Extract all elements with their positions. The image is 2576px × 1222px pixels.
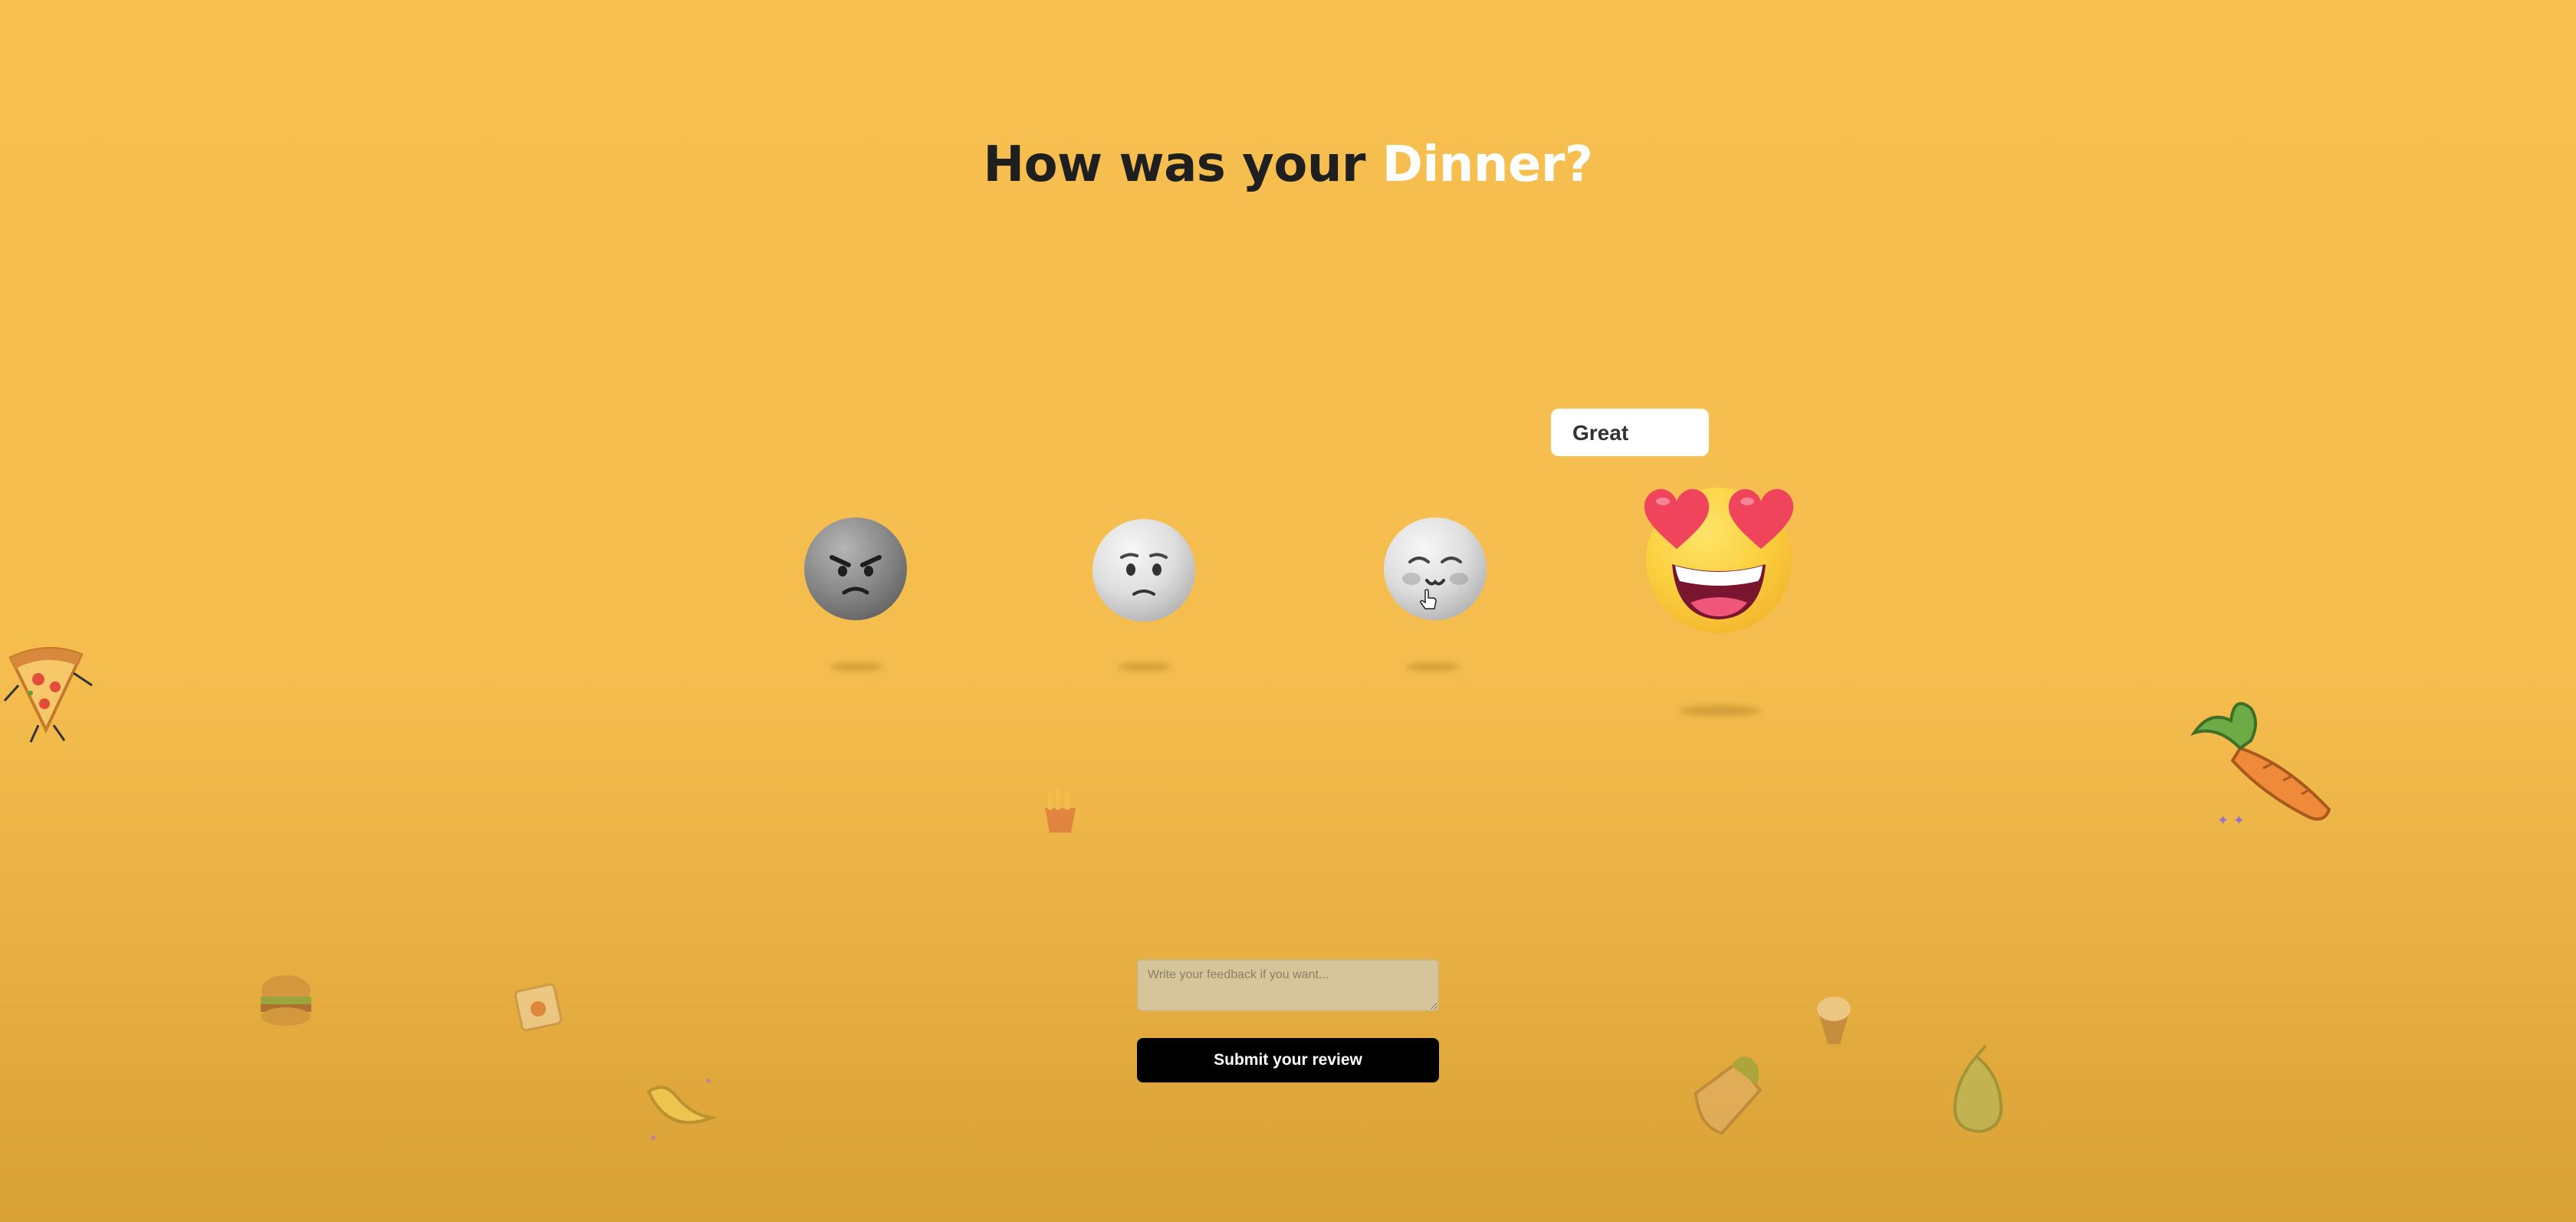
angry-emoji-shadow: [830, 662, 883, 672]
rating-tooltip: Great: [1551, 409, 1709, 456]
angry-emoji[interactable]: [804, 517, 907, 620]
submit-review-button[interactable]: Submit your review: [1137, 1038, 1439, 1082]
unhappy-emoji-shadow: [1118, 662, 1171, 672]
carrot-sticker-icon: ✦ ✦: [2190, 701, 2331, 829]
page-title: How was your Dinner?: [0, 136, 2576, 193]
content-emoji-shadow: [1406, 662, 1460, 672]
svg-text:✦ ✦: ✦ ✦: [2217, 813, 2245, 829]
burrito-sticker-icon: [1694, 1056, 1763, 1135]
angry-face-icon: [830, 555, 882, 595]
unhappy-face-icon: [1120, 553, 1168, 596]
title-prefix: How was your: [983, 136, 1382, 193]
burger-sticker-icon: [261, 975, 311, 1026]
pear-sticker-icon: [1953, 1044, 2003, 1134]
pizza-sticker-icon: [3, 647, 93, 743]
fries-sticker-icon: [1045, 788, 1076, 833]
ice-cream-sticker-icon: [1817, 997, 1851, 1044]
title-highlight: Dinner?: [1382, 136, 1593, 193]
content-emoji[interactable]: [1384, 517, 1487, 620]
unhappy-emoji[interactable]: [1092, 519, 1195, 622]
left-heart-eye-icon: [1644, 489, 1710, 549]
snack-sticker-icon: [514, 983, 563, 1032]
pointer-cursor-icon: [1420, 589, 1437, 609]
right-heart-eye-icon: [1728, 489, 1794, 549]
love-eyes-emoji-shadow: [1679, 705, 1760, 716]
banana-sticker-icon: [646, 1079, 718, 1140]
feedback-textarea[interactable]: [1137, 959, 1439, 1011]
love-eyes-emoji[interactable]: [1644, 488, 1794, 633]
